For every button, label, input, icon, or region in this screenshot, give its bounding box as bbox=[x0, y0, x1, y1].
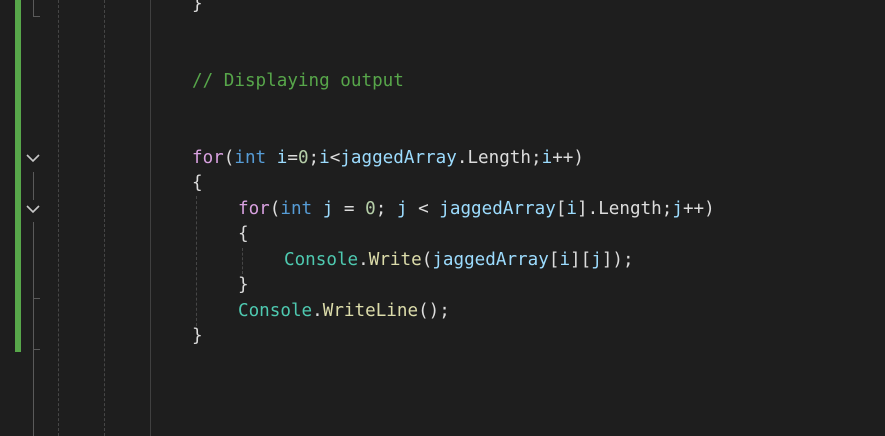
punctuation: ) bbox=[573, 148, 584, 168]
punctuation: ; bbox=[308, 148, 320, 168]
code-line[interactable]: // Displaying output bbox=[192, 69, 404, 94]
brace: } bbox=[238, 275, 249, 295]
variable-j: j bbox=[672, 199, 683, 219]
indent-guide bbox=[58, 0, 59, 436]
punctuation: ); bbox=[612, 250, 634, 270]
code-line[interactable]: Console.Write(jaggedArray[i][j]); bbox=[284, 248, 634, 273]
indent-guide bbox=[104, 0, 105, 436]
variable-i: i bbox=[319, 148, 330, 168]
operator: = bbox=[333, 199, 366, 219]
outline-tick bbox=[33, 349, 40, 350]
operator: ++ bbox=[682, 199, 705, 219]
brace: { bbox=[192, 173, 203, 193]
collapse-chevron-icon[interactable] bbox=[24, 200, 42, 218]
punctuation: ) bbox=[704, 199, 715, 219]
code-line[interactable]: } bbox=[192, 324, 203, 349]
indent-guide bbox=[196, 196, 197, 326]
code-editor[interactable]: } // Displaying output for(int i=0;i<jag… bbox=[0, 0, 885, 436]
keyword-int: int bbox=[234, 148, 267, 168]
punctuation: . bbox=[358, 250, 369, 270]
variable-i: i bbox=[566, 199, 577, 219]
collapse-chevron-icon[interactable] bbox=[24, 149, 42, 167]
method-writeline: WriteLine bbox=[322, 301, 419, 321]
variable-i: i bbox=[541, 148, 553, 168]
variable-j: j bbox=[396, 199, 408, 219]
variable-jaggedArray: jaggedArray bbox=[439, 199, 556, 219]
punctuation: ( bbox=[269, 199, 281, 219]
brace: } bbox=[192, 0, 203, 14]
class-console: Console bbox=[284, 250, 359, 270]
code-line[interactable]: } bbox=[192, 0, 203, 17]
brace: { bbox=[238, 224, 249, 244]
indent-guide bbox=[150, 0, 151, 436]
operator: < bbox=[407, 199, 440, 219]
variable-i: i bbox=[276, 148, 288, 168]
variable-i: i bbox=[559, 250, 571, 270]
outline-line bbox=[33, 222, 34, 436]
code-line[interactable]: { bbox=[192, 171, 203, 196]
punctuation: [ bbox=[555, 199, 567, 219]
variable-j: j bbox=[322, 199, 334, 219]
operator: < bbox=[329, 148, 341, 168]
variable-j: j bbox=[591, 250, 602, 270]
variable-jaggedArray: jaggedArray bbox=[432, 250, 549, 270]
punctuation: ; bbox=[375, 199, 397, 219]
change-indicator-bar bbox=[15, 0, 21, 352]
punctuation: ; bbox=[531, 148, 542, 168]
code-line[interactable]: for(int i=0;i<jaggedArray.Length;i++) bbox=[192, 146, 584, 171]
punctuation: ; bbox=[661, 199, 673, 219]
brace: } bbox=[192, 326, 203, 346]
method-write: Write bbox=[368, 250, 422, 270]
punctuation: ] bbox=[601, 250, 613, 270]
punctuation: [ bbox=[548, 250, 560, 270]
punctuation: (); bbox=[418, 301, 450, 321]
keyword-for: for bbox=[238, 199, 270, 219]
code-line[interactable]: Console.WriteLine(); bbox=[238, 299, 450, 324]
code-line[interactable]: } bbox=[238, 273, 249, 298]
outline-tick bbox=[33, 16, 40, 17]
code-line[interactable]: { bbox=[238, 222, 249, 247]
number-literal: 0 bbox=[365, 199, 376, 219]
punctuation: ( bbox=[223, 148, 235, 168]
property-length: Length bbox=[467, 148, 531, 168]
outline-tick bbox=[33, 298, 40, 299]
variable-jaggedArray: jaggedArray bbox=[340, 148, 457, 168]
operator: = bbox=[287, 148, 298, 168]
punctuation: . bbox=[456, 148, 468, 168]
outline-line bbox=[33, 0, 34, 16]
property-length: Length bbox=[598, 199, 662, 219]
code-line[interactable]: for(int j = 0; j < jaggedArray[i].Length… bbox=[238, 197, 715, 222]
keyword-for: for bbox=[192, 148, 224, 168]
punctuation: ] bbox=[577, 199, 588, 219]
punctuation: ( bbox=[421, 250, 433, 270]
punctuation: . bbox=[312, 301, 323, 321]
punctuation: ][ bbox=[570, 250, 592, 270]
number-literal: 0 bbox=[297, 148, 309, 168]
punctuation: . bbox=[587, 199, 599, 219]
outline-line bbox=[33, 172, 34, 200]
indent-guide bbox=[242, 248, 243, 274]
operator: ++ bbox=[552, 148, 574, 168]
comment: // Displaying output bbox=[192, 71, 404, 91]
keyword-int: int bbox=[280, 199, 313, 219]
class-console: Console bbox=[238, 301, 313, 321]
